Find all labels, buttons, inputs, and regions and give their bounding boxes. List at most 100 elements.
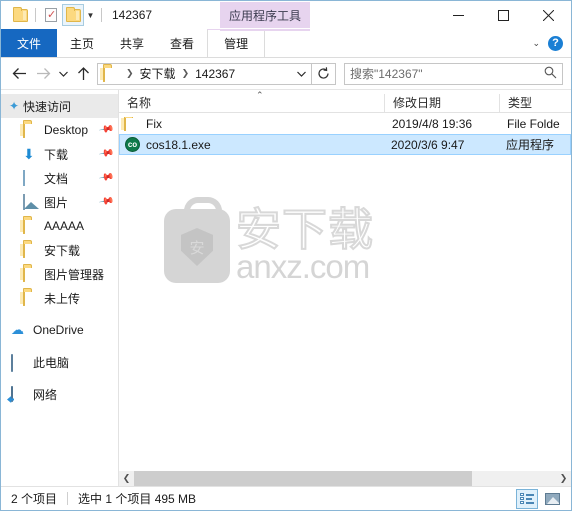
chevron-down-icon[interactable]: ▼ [84,4,97,26]
qat-properties-button[interactable] [40,4,62,26]
refresh-button[interactable] [312,62,336,85]
sidebar-item-onedrive[interactable]: ☁ OneDrive [1,318,118,342]
explorer-window: ▼ 142367 应用程序工具 [0,0,572,511]
file-date-cell: 2019/4/8 19:36 [392,116,473,131]
sidebar-item-label: 安下载 [44,243,81,258]
sidebar-item-this-pc[interactable]: 此电脑 [1,350,118,374]
close-button[interactable] [526,1,571,29]
breadcrumb-item-1[interactable]: 142367 [193,67,237,81]
details-view-icon [520,492,534,505]
folder-icon [124,116,140,131]
quick-access-toolbar: ▼ 142367 [1,1,152,29]
folder-icon [23,122,39,138]
sidebar-item-desktop[interactable]: Desktop 📌 [1,118,118,142]
file-name-label: Fix [146,116,162,131]
file-type-cell: File Folde [507,116,560,131]
maximize-button[interactable] [481,1,526,29]
status-divider [67,492,69,505]
sidebar-item-label: 图片管理器 [44,267,105,282]
sidebar-item-aaaaa[interactable]: AAAAA [1,214,118,238]
column-header-date[interactable]: 修改日期 [384,94,499,112]
network-icon [11,386,27,402]
arrow-right-icon [36,68,50,79]
sidebar-item-network[interactable]: 网络 [1,382,118,406]
arrow-up-icon [77,66,89,80]
table-row[interactable]: Fix 2019/4/8 19:36 File Folde [119,113,571,134]
qat-divider [35,8,36,22]
sidebar-item-label: AAAAA [44,219,85,233]
exe-icon: co [125,137,140,152]
qat-divider-2 [101,8,102,22]
search-input[interactable]: 搜索"142367" [344,62,563,85]
folder-icon [12,6,28,22]
forward-button[interactable] [31,62,55,86]
breadcrumb-folder-icon [103,65,119,82]
sidebar-item-quick-access[interactable]: ✦ 快速访问 [1,94,118,118]
sidebar-item-label: 未上传 [44,291,81,306]
folder-icon [23,290,39,306]
sidebar-item-not-uploaded[interactable]: 未上传 [1,286,118,310]
sidebar-item-downloads[interactable]: ⬇ 下载 📌 [1,142,118,166]
watermark-chinese: 安下载 [235,204,375,256]
file-name-label: cos18.1.exe [146,137,211,152]
chevron-down-icon[interactable]: ⌄ [530,38,542,49]
file-date-cell: 2020/3/6 9:47 [391,137,465,152]
sidebar-item-label: 文档 [44,171,69,186]
download-icon: ⬇ [23,146,35,162]
qat-new-folder-button[interactable] [9,4,31,26]
column-header-type[interactable]: 类型 [499,94,571,112]
table-row[interactable]: co cos18.1.exe 2020/3/6 9:47 应用程序 [119,134,571,155]
close-icon [543,9,554,21]
chevron-down-icon [58,71,68,77]
breadcrumb-item-0[interactable]: 安下载 [138,65,178,82]
tab-share[interactable]: 共享 [107,29,157,57]
file-type-cell: 应用程序 [506,138,555,152]
column-header-name[interactable]: 名称 [119,94,384,112]
recent-locations-button[interactable] [55,62,71,86]
ribbon-tab-strip: 文件 主页 共享 查看 管理 ⌄ ? [1,29,571,58]
file-name-cell: co cos18.1.exe [120,137,383,152]
maximize-icon [498,9,509,21]
tab-file[interactable]: 文件 [1,29,58,57]
tab-manage[interactable]: 管理 [207,29,266,57]
scroll-right-icon[interactable]: ❯ [556,471,571,486]
sidebar-item-picture-manager[interactable]: 图片管理器 [1,262,118,286]
qat-current-folder-button[interactable] [62,4,84,26]
folder-icon [23,266,39,282]
minimize-button[interactable] [436,1,481,29]
watermark: 安 安下载 anxz.com [164,197,375,283]
view-mode-buttons [516,488,567,509]
watermark-bag-icon: 安 [164,197,230,283]
pin-icon[interactable]: 📌 [98,169,115,185]
sidebar-item-label: OneDrive [33,323,84,337]
window-title: 142367 [112,8,153,22]
pin-icon[interactable]: 📌 [98,193,115,209]
sidebar-item-documents[interactable]: 文档 📌 [1,166,118,190]
pin-icon[interactable]: 📌 [98,121,115,137]
status-bar: 2 个项目 选中 1 个项目 495 MB [1,486,571,510]
explorer-body: ✦ 快速访问 Desktop 📌 ⬇ 下载 📌 文档 📌 图片 📌 AAAAA … [1,90,571,486]
scrollbar-thumb[interactable] [134,471,472,486]
arrow-left-icon [12,68,26,79]
file-name-cell: Fix [119,116,384,131]
watermark-shield-icon: 安 [181,228,213,266]
back-button[interactable] [7,62,31,86]
scrollbar-track[interactable] [134,471,556,486]
large-icons-view-button[interactable] [541,489,563,509]
chevron-down-icon[interactable] [291,64,311,84]
tab-home[interactable]: 主页 [57,29,107,57]
ribbon-right-controls: ⌄ ? [530,29,571,57]
horizontal-scrollbar[interactable]: ❮ ❯ [119,471,571,486]
sidebar-item-pictures[interactable]: 图片 📌 [1,190,118,214]
up-button[interactable] [71,62,95,86]
sidebar-item-anxiazai[interactable]: 安下载 [1,238,118,262]
scroll-left-icon[interactable]: ❮ [119,471,134,486]
breadcrumb[interactable]: ❯ 安下载 ❯ 142367 [97,62,312,85]
pin-icon[interactable]: 📌 [98,145,115,161]
help-icon[interactable]: ? [548,35,563,51]
tab-view[interactable]: 查看 [157,29,207,57]
folder-icon [65,6,81,22]
details-view-button[interactable] [516,488,538,509]
column-headers: 名称 修改日期 类型 [119,90,571,113]
search-icon[interactable] [544,66,557,82]
